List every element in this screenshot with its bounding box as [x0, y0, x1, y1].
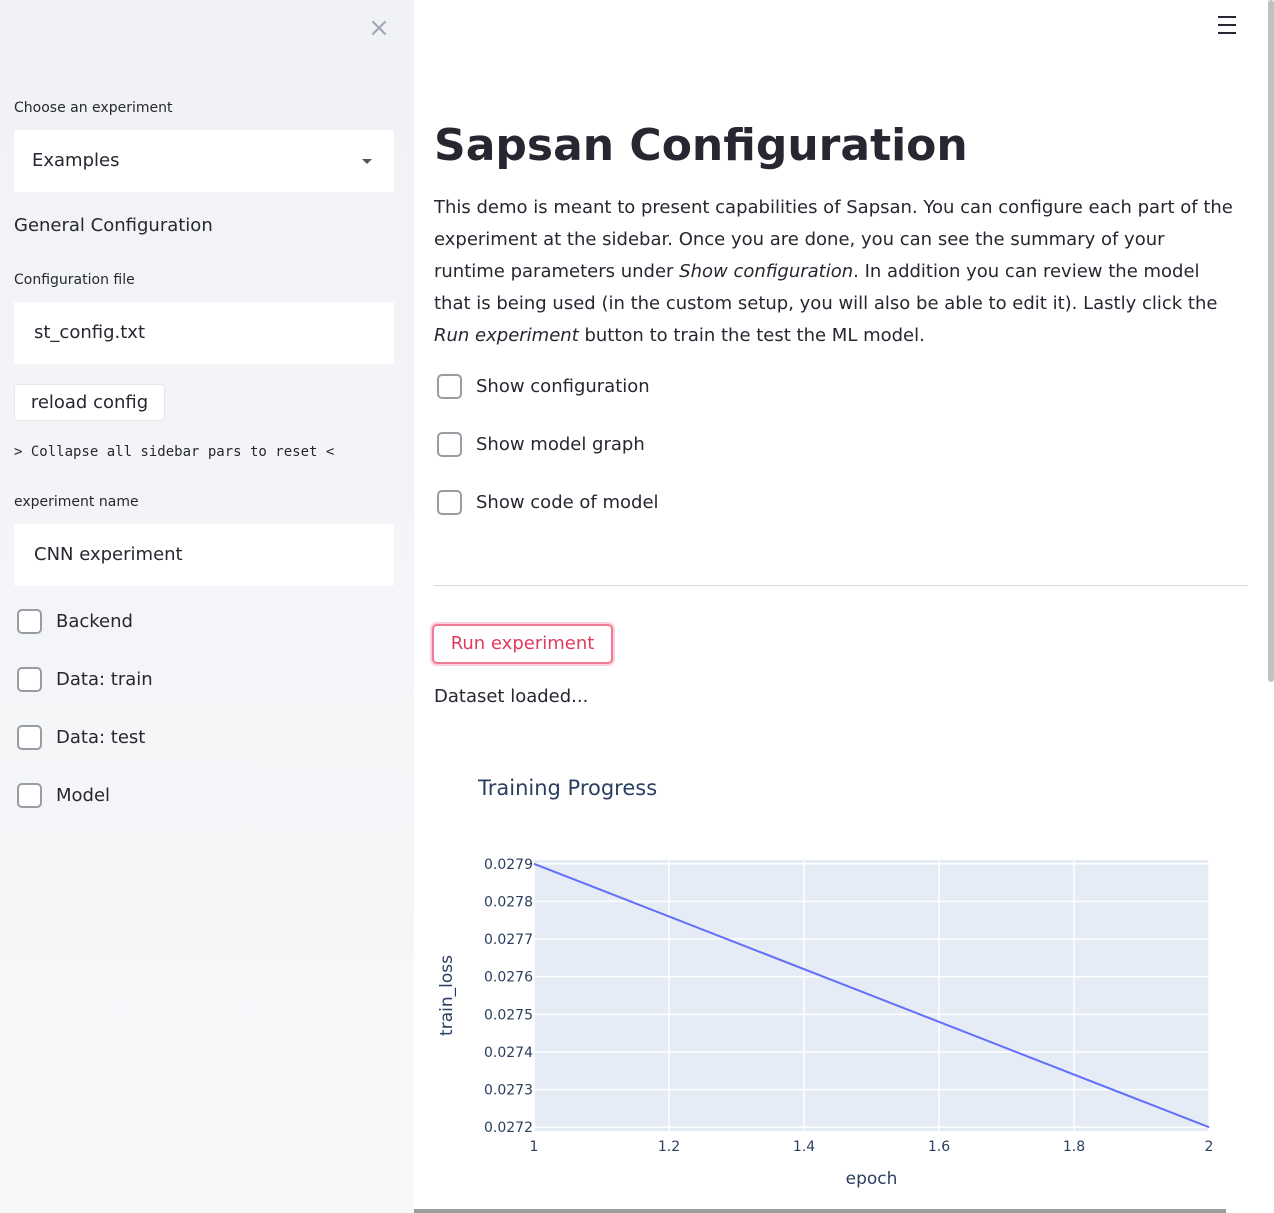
x-tick-label: 1.4: [793, 1139, 815, 1155]
chevron-down-icon: [362, 159, 372, 164]
general-configuration-heading: General Configuration: [14, 215, 213, 236]
checkbox-backend[interactable]: Backend: [14, 606, 133, 636]
checkbox-square-icon[interactable]: [17, 608, 42, 634]
x-tick-label: 1.6: [928, 1139, 950, 1155]
config-file-label: Configuration file: [14, 272, 135, 288]
config-file-input[interactable]: st_config.txt: [14, 302, 394, 364]
divider: [434, 585, 1248, 586]
checkbox-label: Data: train: [56, 668, 153, 690]
checkbox-square-icon[interactable]: [17, 724, 42, 750]
hamburger-menu-icon[interactable]: [1218, 16, 1240, 38]
collapse-note: > Collapse all sidebar pars to reset <: [14, 444, 335, 460]
y-tick-label: 0.0273: [484, 1083, 533, 1099]
reload-config-button[interactable]: reload config: [14, 384, 165, 421]
checkbox-model[interactable]: Model: [14, 780, 110, 810]
checkbox-data-train[interactable]: Data: train: [14, 664, 153, 694]
checkbox-square-icon[interactable]: [437, 431, 462, 457]
intro-paragraph: This demo is meant to present capabiliti…: [434, 197, 1233, 346]
chart-title: Training Progress: [478, 776, 658, 800]
y-tick-label: 0.0277: [484, 932, 533, 948]
main-content: Sapsan Configuration This demo is meant …: [414, 0, 1274, 1213]
y-tick-label: 0.0274: [484, 1045, 533, 1061]
y-tick-label: 0.0276: [484, 970, 533, 986]
training-progress-chart: 1 1.2 1.4 1.6 1.8 2 0.0272 0.0273 0.0274 0.0275 0.…: [437, 857, 1214, 1189]
x-axis-label: epoch: [846, 1169, 898, 1189]
checkbox-square-icon[interactable]: [437, 373, 462, 399]
experiment-name-input[interactable]: CNN experiment: [14, 524, 394, 586]
y-axis-label: train_loss: [437, 955, 457, 1036]
experiment-name-label: experiment name: [14, 494, 139, 510]
page-title: Sapsan Configuration: [434, 120, 968, 171]
checkbox-square-icon[interactable]: [17, 666, 42, 692]
checkbox-label: Backend: [56, 610, 133, 632]
status-text: Dataset loaded...: [434, 686, 589, 707]
checkbox-label: Show model graph: [476, 433, 645, 455]
sidebar: × Choose an experiment Examples General …: [0, 0, 414, 1213]
experiment-select-label: Choose an experiment: [14, 100, 173, 116]
close-sidebar-icon[interactable]: ×: [366, 14, 392, 42]
y-tick-label: 0.0278: [484, 894, 533, 910]
experiment-select-value: Examples: [32, 150, 120, 171]
checkbox-label: Show configuration: [476, 375, 650, 397]
x-tick-label: 1: [530, 1139, 539, 1155]
scrollbar[interactable]: [1268, 0, 1274, 682]
checkbox-label: Model: [56, 784, 111, 806]
checkbox-show-model-graph[interactable]: Show model graph: [434, 429, 645, 459]
run-experiment-button[interactable]: Run experiment: [432, 624, 613, 664]
y-tick-label: 0.0275: [484, 1007, 533, 1023]
horizontal-scrollbar[interactable]: [414, 1209, 1226, 1213]
checkbox-show-code-of-model[interactable]: Show code of model: [434, 487, 659, 517]
x-tick-label: 1.2: [658, 1139, 680, 1155]
checkbox-label: Data: test: [56, 726, 146, 748]
x-tick-label: 1.8: [1063, 1139, 1085, 1155]
x-tick-label: 2: [1205, 1139, 1214, 1155]
experiment-select[interactable]: Examples: [14, 130, 394, 192]
y-tick-label: 0.0272: [484, 1120, 533, 1136]
checkbox-square-icon[interactable]: [17, 782, 42, 808]
checkbox-data-test[interactable]: Data: test: [14, 722, 145, 752]
y-tick-label: 0.0279: [484, 857, 533, 873]
checkbox-label: Show code of model: [476, 491, 659, 513]
checkbox-show-configuration[interactable]: Show configuration: [434, 371, 650, 401]
checkbox-square-icon[interactable]: [437, 489, 462, 515]
